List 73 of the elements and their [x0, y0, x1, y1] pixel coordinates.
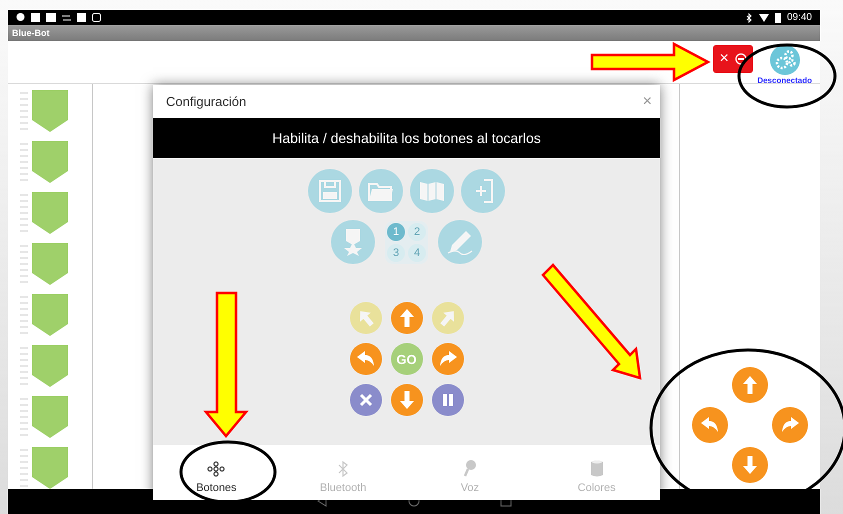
turn-left-icon: [356, 350, 376, 368]
settings-button[interactable]: [770, 44, 800, 75]
turn-right-icon: [780, 416, 800, 434]
folder-button[interactable]: [359, 169, 403, 213]
settings-icon: [774, 48, 796, 71]
map-icon: [418, 179, 446, 203]
up-left-button[interactable]: [350, 302, 382, 334]
slot-number[interactable]: 4: [408, 244, 426, 262]
pause-button[interactable]: [432, 384, 464, 416]
cancel-button[interactable]: [350, 384, 382, 416]
left-button[interactable]: [350, 343, 382, 375]
right-button[interactable]: [432, 343, 464, 375]
arrow-icon: [742, 374, 758, 395]
dialog-title: Configuración: [166, 94, 246, 109]
wifi-icon: [758, 14, 769, 22]
left-button[interactable]: [692, 406, 728, 443]
connection-status: Desconectado: [757, 76, 812, 85]
ruler-ticks: [20, 294, 28, 336]
ruler-ticks: [20, 242, 28, 285]
settings-tab[interactable]: Bluetooth: [280, 445, 406, 500]
program-slot[interactable]: [32, 242, 68, 285]
clock-time: 09:40: [786, 12, 812, 24]
pencil-icon: [446, 229, 474, 255]
battery-icon: [774, 12, 781, 23]
slot-number[interactable]: 2: [408, 222, 426, 240]
program-slot[interactable]: [32, 344, 68, 387]
pencil-button[interactable]: [438, 220, 482, 264]
close-button[interactable]: ×: [642, 92, 652, 110]
settings-tab[interactable]: Botones: [153, 445, 280, 500]
program-slot[interactable]: [32, 192, 68, 234]
down-button[interactable]: [732, 446, 768, 483]
program-slot[interactable]: [32, 140, 68, 183]
paint-bucket-icon: [590, 459, 604, 477]
slot-number[interactable]: 3: [387, 244, 405, 262]
microphone-icon: [462, 459, 477, 477]
ruler-ticks: [20, 90, 28, 132]
disconnect-button[interactable]: ×: [713, 44, 754, 73]
pause-icon: [442, 393, 454, 407]
up-button[interactable]: [390, 302, 422, 334]
badge-button[interactable]: [331, 220, 375, 264]
folder-icon: [367, 180, 395, 202]
up-button[interactable]: [732, 366, 768, 403]
ruler-ticks: [20, 396, 28, 438]
arrow-icon: [398, 390, 414, 410]
bluetooth-icon: [746, 12, 753, 23]
ruler-ticks: [20, 140, 28, 183]
right-button[interactable]: [772, 406, 808, 443]
settings-tab[interactable]: Colores: [533, 445, 660, 500]
turn-left-icon: [700, 416, 720, 434]
arrow-icon: [398, 308, 414, 328]
save-button[interactable]: [308, 169, 352, 213]
bluetooth-icon: [338, 461, 348, 477]
instruction-banner: Habilita / deshabilita los botones al tocarlos: [153, 118, 660, 158]
settings-tab[interactable]: Voz: [406, 445, 534, 500]
turn-right-icon: [438, 350, 458, 368]
ruler-ticks: [20, 446, 28, 489]
program-slot[interactable]: [32, 446, 68, 489]
arrow-icon: [742, 454, 758, 475]
map-button[interactable]: [410, 169, 454, 213]
app-title: Blue-Bot: [12, 28, 50, 38]
up-right-button[interactable]: [432, 302, 464, 334]
program-slot[interactable]: [32, 294, 68, 336]
program-slot[interactable]: [32, 90, 68, 132]
program-slot[interactable]: [32, 396, 68, 438]
ruler-ticks: [20, 344, 28, 387]
cross-icon: [358, 393, 372, 407]
go-button[interactable]: GO: [390, 343, 422, 375]
slot-number[interactable]: 1: [387, 222, 405, 240]
add-button[interactable]: [461, 169, 505, 213]
medal-icon: [342, 228, 364, 256]
down-button[interactable]: [390, 384, 422, 416]
ruler-ticks: [20, 192, 28, 234]
button-pad-icon: [207, 461, 226, 477]
